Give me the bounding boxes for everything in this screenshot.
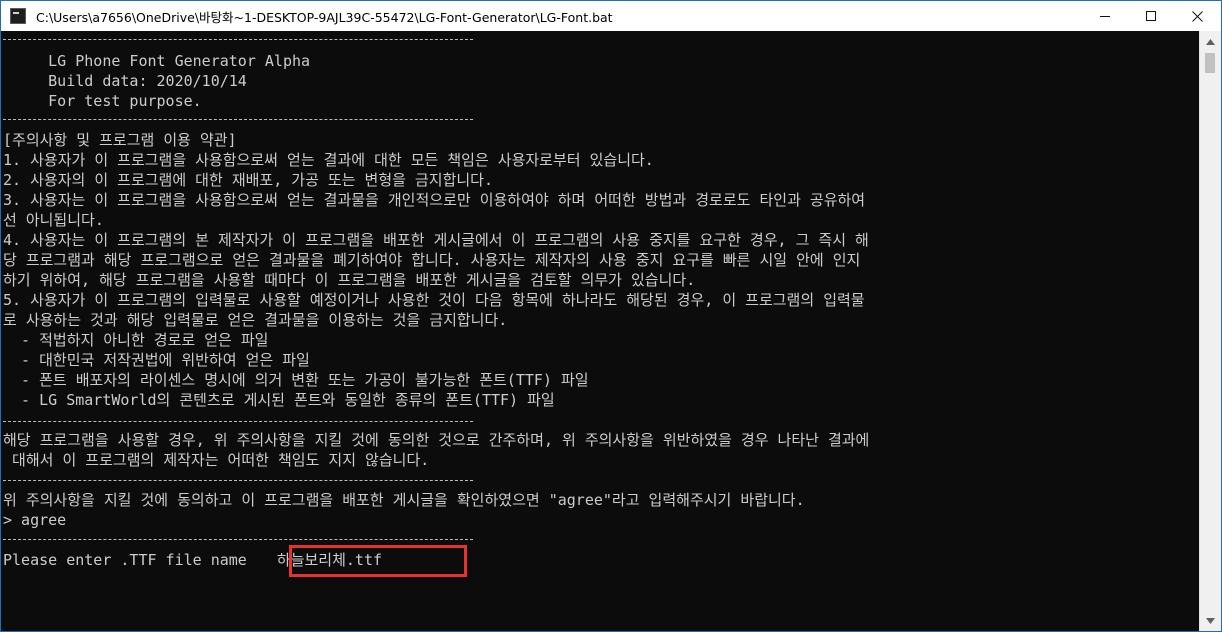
terms-item-1: 1. 사용자가 이 프로그램을 사용함으로써 얻는 결과에 대한 모든 책임은 … (3, 151, 654, 169)
maximize-icon (1146, 11, 1156, 21)
terms-item-2: 2. 사용자의 이 프로그램에 대한 재배포, 가공 또는 변형을 금지합니다. (3, 171, 494, 189)
title-bar[interactable]: C:\Users\a7656\OneDrive\바탕화~1-DESKTOP-9A… (1, 1, 1221, 31)
header-line-purpose: For test purpose. (3, 92, 202, 110)
terms-heading: [주의사항 및 프로그램 이용 약관] (3, 131, 237, 149)
console-output[interactable]: LG Phone Font Generator Alpha Build data… (1, 31, 1199, 631)
terms-subitem-4: - LG SmartWorld의 콘텐츠로 게시된 폰트와 동일한 종류의 폰트… (3, 391, 555, 409)
terms-subitem-3: - 폰트 배포자의 라이센스 명시에 의거 변환 또는 가공이 불가능한 폰트(… (3, 371, 589, 389)
console-app-icon (10, 8, 26, 24)
close-icon (1191, 10, 1203, 22)
terms-item-3-cont: 선 아니됩니다. (3, 211, 104, 229)
terms-item-5-cont: 로 사용하는 것과 해당 입력물로 얻은 결과물을 이용하는 것을 금지합니다. (3, 311, 508, 329)
vertical-scrollbar[interactable] (1199, 31, 1221, 631)
chevron-down-icon (1206, 617, 1215, 624)
scroll-down-button[interactable] (1200, 612, 1221, 629)
separator-line (3, 39, 473, 40)
close-button[interactable] (1174, 1, 1220, 31)
scroll-up-button[interactable] (1200, 33, 1221, 50)
terms-item-4-cont: 하기 위하여, 해당 프로그램을 사용할 때마다 이 프로그램을 배포한 게시글… (3, 271, 696, 289)
header-line-build: Build data: 2020/10/14 (3, 72, 247, 90)
window-title: C:\Users\a7656\OneDrive\바탕화~1-DESKTOP-9A… (36, 9, 613, 25)
scrollbar-thumb[interactable] (1205, 53, 1215, 73)
chevron-up-icon (1206, 38, 1215, 45)
terms-item-4: 4. 사용자는 이 프로그램의 본 제작자가 이 프로그램을 배포한 게시글에서… (3, 231, 869, 249)
console-window: C:\Users\a7656\OneDrive\바탕화~1-DESKTOP-9A… (0, 0, 1222, 632)
agreement-line-2: 대해서 이 프로그램의 제작자는 어떠한 책임도 지지 않습니다. (3, 451, 430, 469)
filename-prompt-label: Please enter .TTF file name (3, 551, 256, 569)
separator-line (3, 119, 473, 120)
agreement-line-1: 해당 프로그램을 사용할 경우, 위 주의사항을 지킬 것에 동의한 것으로 간… (3, 431, 870, 449)
maximize-button[interactable] (1128, 1, 1174, 31)
terms-subitem-2: - 대한민국 저작권법에 위반하여 얻은 파일 (3, 351, 310, 369)
separator-line (3, 539, 473, 540)
terms-item-4-cont: 당 프로그램과 해당 프로그램으로 얻은 결과물을 폐기하여야 합니다. 사용자… (3, 251, 861, 269)
highlight-box (289, 545, 467, 577)
minimize-icon (1100, 16, 1110, 17)
header-line-title: LG Phone Font Generator Alpha (3, 52, 311, 70)
terms-item-5: 5. 사용자가 이 프로그램의 입력물로 사용할 예정이거나 사용한 것이 다음… (3, 291, 865, 309)
terms-subitem-1: - 적법하지 아니한 경로로 얻은 파일 (3, 331, 269, 349)
separator-line (3, 480, 473, 481)
agree-prompt: 위 주의사항을 지킬 것에 동의하고 이 프로그램을 배포한 게시글을 확인하였… (3, 491, 805, 509)
separator-line (3, 421, 473, 422)
user-input-agree: > agree (3, 511, 67, 529)
minimize-button[interactable] (1082, 1, 1128, 31)
terms-item-3: 3. 사용자는 이 프로그램을 사용함으로써 얻는 결과물을 개인적으로만 이용… (3, 191, 866, 209)
